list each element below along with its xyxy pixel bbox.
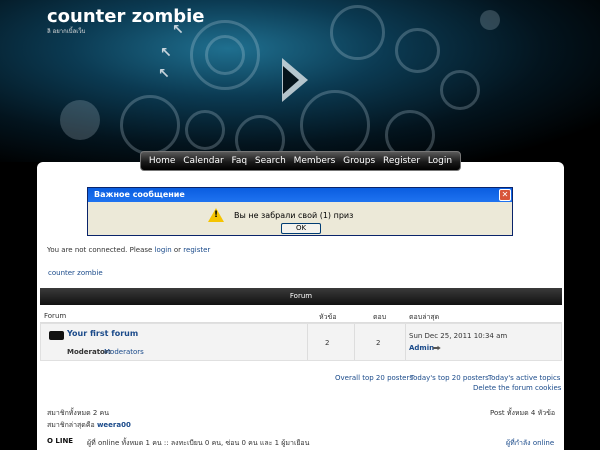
delete-cookies-link[interactable]: Delete the forum cookies [473,384,561,392]
site-header: ↖ ↖ ↖ counter zombie ลิ อยากเบิ้ลเว็บ [0,0,600,162]
forum-column-header: Forum หัวข้อ ตอบ ตอบล่าสุด [40,307,562,323]
topics-count: 2 [325,339,330,347]
goto-last-post-icon[interactable] [433,345,442,351]
active-topics-link[interactable]: Today's active topics [488,374,560,382]
col-last-post: ตอบล่าสุด [409,313,440,321]
decor-ring [440,70,480,110]
decor-dot [60,100,100,140]
forum-row: Your first forum Moderator: Moderators 2… [40,323,562,361]
site-title[interactable]: counter zombie [47,6,204,27]
decor-ring [120,95,180,155]
nav-members[interactable]: Members [294,156,336,166]
moderator-link[interactable]: Moderators [104,348,144,356]
close-icon[interactable]: ✕ [499,189,511,201]
forum-name-link[interactable]: Your first forum [67,329,138,338]
dialog-message: Вы не забрали свой (1) приз [234,211,354,220]
site-tagline: ลิ อยากเบิ้ลเว็บ [47,28,86,35]
recently-online-link[interactable]: ผู้ที่กำลัง online [506,438,554,449]
breadcrumb[interactable]: counter zombie [48,269,103,277]
online-text: ผู้ที่ online ทั้งหมด 1 คน :: ลงทะเบียน … [87,439,310,447]
last-post-date: Sun Dec 25, 2011 10:34 am [409,332,508,340]
nav-login[interactable]: Login [428,156,452,166]
newest-label: สมาชิกล่าสุดคือ [47,421,95,429]
main-nav: Home Calendar Faq Search Members Groups … [140,151,461,171]
nav-register[interactable]: Register [383,156,420,166]
decor-ring [205,35,245,75]
nav-groups[interactable]: Groups [343,156,375,166]
decor-ring [330,5,385,60]
decor-arrow-icon [283,66,299,94]
main-panel: Важное сообщение ✕ ! Вы не забрали свой … [37,162,564,450]
warning-icon: ! [208,208,224,222]
replies-count: 2 [376,339,381,347]
decor-ring [185,110,225,150]
dialog-title: Важное сообщение [94,190,185,199]
nav-home[interactable]: Home [149,156,176,166]
decor-ring [395,28,440,73]
nav-faq[interactable]: Faq [232,156,248,166]
cell-divider [307,324,308,360]
dialog-title-bar: Важное сообщение ✕ [88,188,512,202]
decor-chevron-icon: ↖ [158,66,170,82]
cell-divider [405,324,406,360]
last-post-user-link[interactable]: Admin [409,344,434,352]
auth-notice: You are not connected. Please login or r… [47,246,210,254]
nav-calendar[interactable]: Calendar [183,156,223,166]
register-link[interactable]: register [183,246,210,254]
online-badge: O LINE [47,437,74,445]
col-topics: หัวข้อ [319,313,337,321]
ok-button[interactable]: OK [281,223,321,234]
nav-search[interactable]: Search [255,156,286,166]
login-link[interactable]: login [155,246,172,254]
forum-category-header: Forum [40,288,562,305]
newest-member: สมาชิกล่าสุดคือ weera00 [47,420,131,431]
forum-icon [49,331,64,340]
auth-prefix: You are not connected. Please [47,246,153,254]
members-total: สมาชิกทั้งหมด 2 คน [47,409,109,417]
decor-dot [480,10,500,30]
cell-divider [354,324,355,360]
decor-ring [300,90,370,160]
auth-or: or [173,246,182,254]
alert-dialog: Важное сообщение ✕ ! Вы не забрали свой … [87,187,513,236]
newest-member-link[interactable]: weera00 [97,421,131,429]
today-top-posters-link[interactable]: Today's top 20 posters [410,374,489,382]
col-replies: ตอบ [373,313,387,321]
posts-total: Post ทั้งหมด 4 หัวข้อ [490,409,556,417]
overall-top-posters-link[interactable]: Overall top 20 posters [335,374,413,382]
decor-chevron-icon: ↖ [160,45,172,61]
col-forum: Forum [44,312,67,320]
